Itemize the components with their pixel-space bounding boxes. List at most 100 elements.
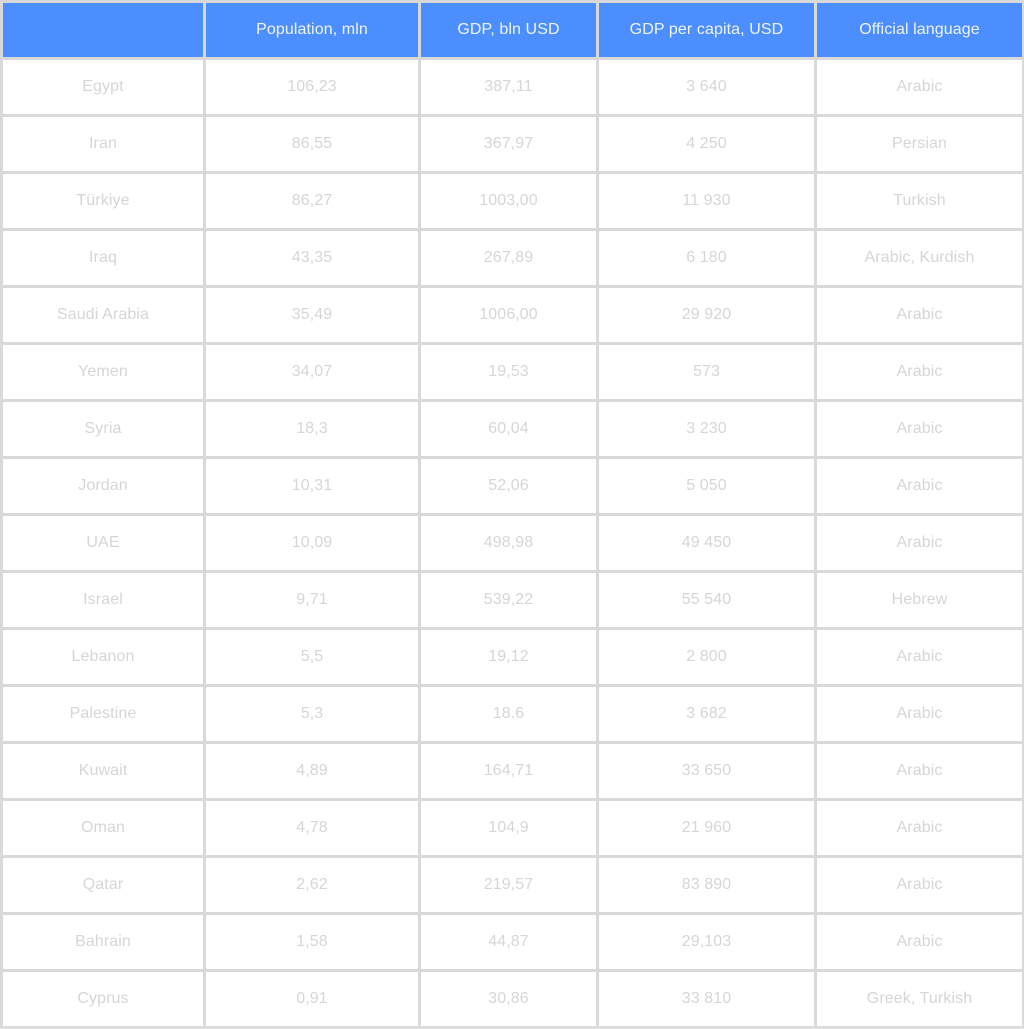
language-cell: Hebrew [817,573,1022,627]
gdp-per-capita-cell: 3 682 [599,687,814,741]
gdp-per-capita-cell: 5 050 [599,459,814,513]
language-cell: Arabic [817,630,1022,684]
country-data-table-container: Population, mln GDP, bln USD GDP per cap… [0,0,1024,1026]
gdp-cell: 1003,00 [421,174,596,228]
country-data-table: Population, mln GDP, bln USD GDP per cap… [0,0,1024,1029]
gdp-per-capita-cell: 3 640 [599,60,814,114]
table-row: Oman 4,78 104,9 21 960 Arabic [3,801,1022,855]
table-row: Israel 9,71 539,22 55 540 Hebrew [3,573,1022,627]
language-cell: Turkish [817,174,1022,228]
gdp-per-capita-cell: 11 930 [599,174,814,228]
table-row: Bahrain 1,58 44,87 29,103 Arabic [3,915,1022,969]
population-cell: 18,3 [206,402,418,456]
table-row: Cyprus 0,91 30,86 33 810 Greek, Turkish [3,972,1022,1026]
gdp-cell: 267,89 [421,231,596,285]
country-cell: Qatar [3,858,203,912]
population-cell: 86,27 [206,174,418,228]
gdp-cell: 104,9 [421,801,596,855]
country-cell: UAE [3,516,203,570]
country-cell: Yemen [3,345,203,399]
population-cell: 4,89 [206,744,418,798]
gdp-cell: 18.6 [421,687,596,741]
gdp-cell: 44,87 [421,915,596,969]
country-cell: Cyprus [3,972,203,1026]
table-row: Egypt 106,23 387,11 3 640 Arabic [3,60,1022,114]
country-cell: Saudi Arabia [3,288,203,342]
language-cell: Arabic [817,801,1022,855]
gdp-per-capita-cell: 33 810 [599,972,814,1026]
language-cell: Arabic [817,744,1022,798]
country-cell: Bahrain [3,915,203,969]
table-row: Jordan 10,31 52,06 5 050 Arabic [3,459,1022,513]
table-row: Syria 18,3 60,04 3 230 Arabic [3,402,1022,456]
table-row: Saudi Arabia 35,49 1006,00 29 920 Arabic [3,288,1022,342]
gdp-cell: 1006,00 [421,288,596,342]
header-gdp-per-capita: GDP per capita, USD [599,3,814,57]
table-row: Palestine 5,3 18.6 3 682 Arabic [3,687,1022,741]
gdp-cell: 539,22 [421,573,596,627]
language-cell: Arabic [817,516,1022,570]
gdp-per-capita-cell: 29,103 [599,915,814,969]
country-cell: Jordan [3,459,203,513]
table-row: Kuwait 4,89 164,71 33 650 Arabic [3,744,1022,798]
table-row: Qatar 2,62 219,57 83 890 Arabic [3,858,1022,912]
table-row: UAE 10,09 498,98 49 450 Arabic [3,516,1022,570]
gdp-per-capita-cell: 55 540 [599,573,814,627]
population-cell: 10,31 [206,459,418,513]
population-cell: 2,62 [206,858,418,912]
population-cell: 35,49 [206,288,418,342]
country-cell: Oman [3,801,203,855]
population-cell: 1,58 [206,915,418,969]
population-cell: 5,5 [206,630,418,684]
country-cell: Egypt [3,60,203,114]
language-cell: Greek, Turkish [817,972,1022,1026]
gdp-cell: 30,86 [421,972,596,1026]
gdp-cell: 498,98 [421,516,596,570]
gdp-cell: 219,57 [421,858,596,912]
gdp-cell: 19,12 [421,630,596,684]
gdp-per-capita-cell: 573 [599,345,814,399]
table-row: Lebanon 5,5 19,12 2 800 Arabic [3,630,1022,684]
table-row: Iraq 43,35 267,89 6 180 Arabic, Kurdish [3,231,1022,285]
gdp-per-capita-cell: 6 180 [599,231,814,285]
country-cell: Iraq [3,231,203,285]
language-cell: Arabic [817,915,1022,969]
table-body: Egypt 106,23 387,11 3 640 Arabic Iran 86,55 367… [3,60,1022,1026]
header-population: Population, mln [206,3,418,57]
gdp-per-capita-cell: 29 920 [599,288,814,342]
population-cell: 43,35 [206,231,418,285]
population-cell: 4,78 [206,801,418,855]
country-cell: Iran [3,117,203,171]
country-cell: Palestine [3,687,203,741]
language-cell: Arabic [817,402,1022,456]
gdp-cell: 60,04 [421,402,596,456]
language-cell: Persian [817,117,1022,171]
gdp-per-capita-cell: 4 250 [599,117,814,171]
population-cell: 9,71 [206,573,418,627]
gdp-per-capita-cell: 49 450 [599,516,814,570]
table-row: Yemen 34,07 19,53 573 Arabic [3,345,1022,399]
table-row: Türkiye 86,27 1003,00 11 930 Turkish [3,174,1022,228]
language-cell: Arabic [817,687,1022,741]
country-cell: Syria [3,402,203,456]
country-cell: Lebanon [3,630,203,684]
header-row: Population, mln GDP, bln USD GDP per cap… [3,3,1022,57]
gdp-cell: 52,06 [421,459,596,513]
language-cell: Arabic, Kurdish [817,231,1022,285]
gdp-per-capita-cell: 83 890 [599,858,814,912]
language-cell: Arabic [817,288,1022,342]
population-cell: 86,55 [206,117,418,171]
gdp-cell: 164,71 [421,744,596,798]
language-cell: Arabic [817,459,1022,513]
population-cell: 0,91 [206,972,418,1026]
country-cell: Israel [3,573,203,627]
table-row: Iran 86,55 367,97 4 250 Persian [3,117,1022,171]
gdp-cell: 367,97 [421,117,596,171]
gdp-cell: 19,53 [421,345,596,399]
country-cell: Türkiye [3,174,203,228]
population-cell: 106,23 [206,60,418,114]
gdp-per-capita-cell: 3 230 [599,402,814,456]
header-country [3,3,203,57]
gdp-cell: 387,11 [421,60,596,114]
language-cell: Arabic [817,60,1022,114]
